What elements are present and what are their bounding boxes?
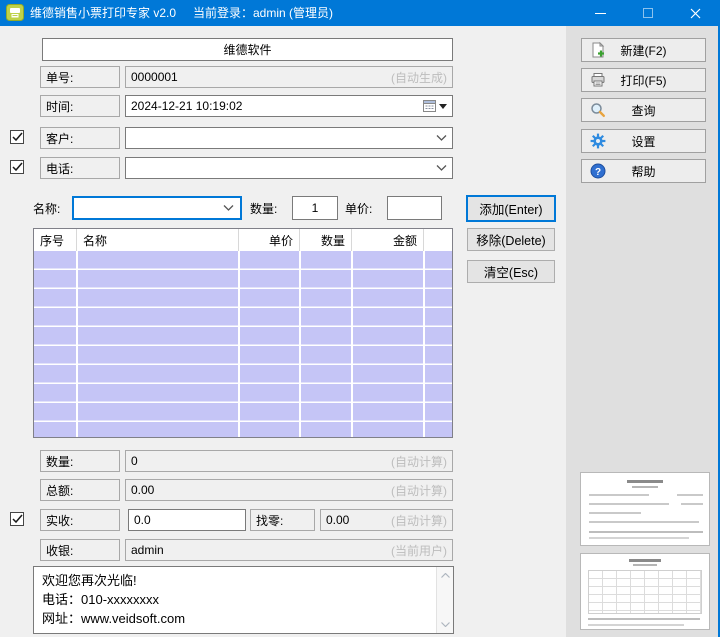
quantity-label: 数量: — [250, 196, 277, 220]
customer-combobox[interactable] — [125, 127, 453, 149]
window-title: 维德销售小票打印专家 v2.0 — [30, 0, 176, 26]
auto-calc-hint: (自动计算) — [391, 482, 447, 499]
chevron-down-icon — [436, 135, 447, 141]
customer-label: 客户: — [40, 127, 120, 149]
store-name-input[interactable] — [42, 38, 453, 61]
items-table-body[interactable] — [34, 251, 452, 437]
printer-icon — [590, 72, 606, 88]
checkmark-icon — [12, 162, 23, 172]
receipt-preview-1[interactable] — [580, 472, 710, 546]
calendar-icon — [423, 100, 436, 112]
table-header-cell-price: 单价 — [239, 229, 300, 251]
chevron-down-icon — [436, 165, 447, 171]
app-icon[interactable] — [6, 4, 24, 21]
unit-price-input[interactable] — [387, 196, 442, 220]
chevron-down-icon — [439, 104, 447, 109]
phone-combobox[interactable] — [125, 157, 453, 179]
product-name-combobox[interactable] — [72, 196, 242, 220]
minimize-button[interactable] — [577, 0, 624, 26]
table-header-cell-amount: 金额 — [352, 229, 424, 251]
titlebar: 维德销售小票打印专家 v2.0 当前登录：admin (管理员) — [0, 0, 720, 26]
side-button-label: 查询 — [631, 102, 655, 119]
auto-calc-hint: (自动计算) — [391, 512, 447, 529]
table-header-cell-qty: 数量 — [300, 229, 352, 251]
settings-button[interactable]: 设置 — [581, 129, 706, 153]
close-icon — [690, 8, 701, 19]
change-label: 找零: — [250, 509, 315, 531]
close-button[interactable] — [671, 0, 720, 26]
current-user-hint: (当前用户) — [391, 542, 447, 559]
new-document-icon — [590, 42, 606, 58]
time-label: 时间: — [40, 95, 120, 117]
welcome-text: 欢迎您再次光临! 电话：010-xxxxxxxx 网址：www.veidsoft… — [42, 571, 431, 628]
chevron-up-icon — [441, 573, 450, 578]
name-label: 名称: — [33, 196, 60, 220]
clear-button[interactable]: 清空(Esc) — [467, 260, 555, 283]
time-field[interactable]: 2024-12-21 10:19:02 — [125, 95, 453, 117]
maximize-icon — [643, 8, 653, 18]
checkmark-icon — [12, 132, 23, 142]
order-number-label: 单号: — [40, 66, 120, 88]
scrollbar-down-button[interactable] — [437, 617, 454, 632]
sidebar-panel: 新建(F2) 打印(F5) 查询 — [566, 26, 718, 637]
side-button-label: 新建(F2) — [621, 42, 667, 59]
phone-label: 电话: — [40, 157, 120, 179]
unit-price-label: 单价: — [345, 196, 372, 220]
add-button[interactable]: 添加(Enter) — [466, 195, 556, 222]
scrollbar-up-button[interactable] — [437, 568, 454, 583]
auto-generate-hint: (自动生成) — [391, 69, 447, 86]
login-status: 当前登录：admin (管理员) — [193, 0, 333, 26]
gear-icon — [590, 133, 606, 149]
minimize-icon — [595, 8, 606, 19]
help-icon: ? — [590, 163, 606, 179]
total-amount-field: 0.00(自动计算) — [125, 479, 453, 501]
side-button-label: 设置 — [631, 133, 655, 150]
chevron-down-icon — [223, 205, 234, 211]
total-amount-label: 总额: — [40, 479, 120, 501]
new-button[interactable]: 新建(F2) — [581, 38, 706, 62]
checkmark-icon — [12, 514, 23, 524]
print-button[interactable]: 打印(F5) — [581, 68, 706, 92]
cashier-label: 收银: — [40, 539, 120, 561]
query-button[interactable]: 查询 — [581, 98, 706, 122]
received-label: 实收: — [40, 509, 120, 531]
welcome-textbox[interactable]: 欢迎您再次光临! 电话：010-xxxxxxxx 网址：www.veidsoft… — [33, 566, 454, 634]
total-quantity-label: 数量: — [40, 450, 120, 472]
receipt-preview-2[interactable] — [580, 553, 710, 630]
auto-calc-hint: (自动计算) — [391, 453, 447, 470]
table-header-cell-index: 序号 — [34, 229, 77, 251]
app-window: 维德销售小票打印专家 v2.0 当前登录：admin (管理员) 单号: 000… — [0, 0, 720, 637]
received-checkbox[interactable] — [10, 512, 24, 526]
help-button[interactable]: ? 帮助 — [581, 159, 706, 183]
customer-checkbox[interactable] — [10, 130, 24, 144]
remove-button[interactable]: 移除(Delete) — [467, 228, 555, 251]
table-header: 序号 名称 单价 数量 金额 — [34, 229, 452, 251]
search-icon — [590, 102, 606, 118]
maximize-button[interactable] — [624, 0, 671, 26]
phone-checkbox[interactable] — [10, 160, 24, 174]
scrollbar[interactable] — [436, 567, 453, 633]
quantity-input[interactable] — [292, 196, 338, 220]
date-picker-button[interactable] — [423, 100, 447, 112]
total-quantity-field: 0(自动计算) — [125, 450, 453, 472]
chevron-down-icon — [441, 622, 450, 627]
table-header-cell-name: 名称 — [77, 229, 239, 251]
side-button-label: 帮助 — [631, 163, 655, 180]
cashier-field: admin(当前用户) — [125, 539, 453, 561]
order-number-field: 0000001(自动生成) — [125, 66, 453, 88]
table-header-cell-extra — [424, 229, 452, 251]
change-field: 0.00(自动计算) — [320, 509, 453, 531]
items-table: 序号 名称 单价 数量 金额 — [33, 228, 453, 438]
svg-text:?: ? — [595, 167, 601, 178]
received-input[interactable] — [128, 509, 246, 531]
side-button-label: 打印(F5) — [621, 72, 667, 89]
